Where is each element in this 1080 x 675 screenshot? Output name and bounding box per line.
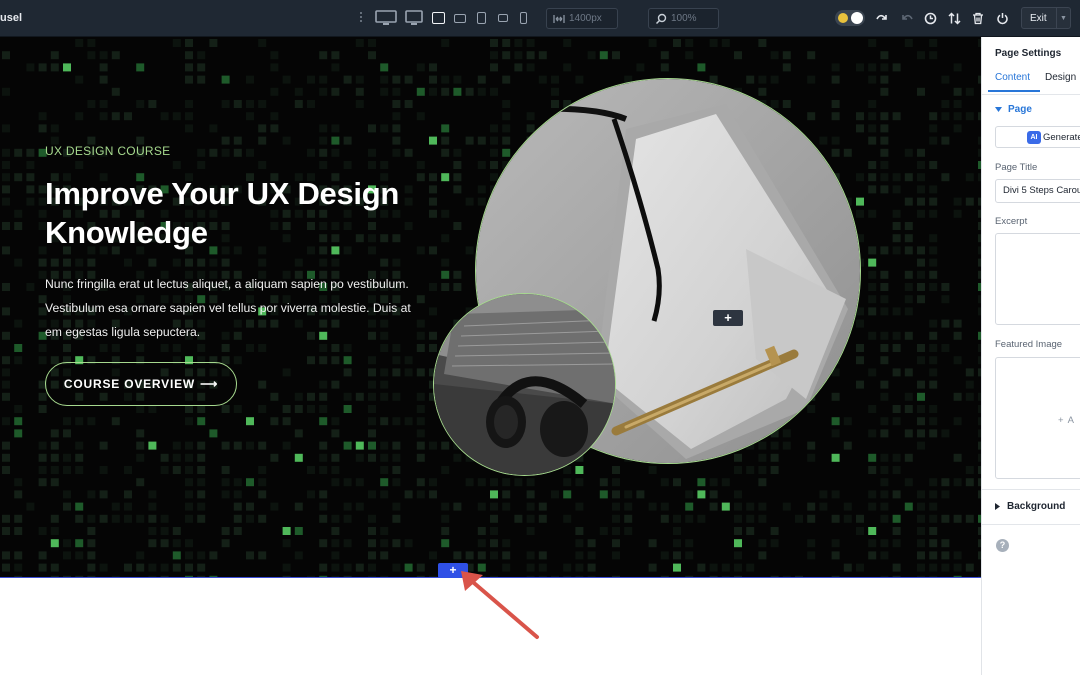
tab-design[interactable]: Design [1045, 72, 1076, 83]
course-overview-button[interactable]: COURSE OVERVIEW ⟶ [45, 362, 237, 406]
panel-title: Page Settings [995, 48, 1062, 59]
width-value: 1400px [569, 13, 602, 24]
exit-label: Exit [1030, 12, 1047, 24]
arrow-right-icon: ⟶ [200, 377, 219, 391]
ai-icon: AI [1027, 131, 1041, 144]
add-module-button[interactable]: + [713, 310, 743, 326]
plus-icon: + [1058, 415, 1064, 426]
trash-icon[interactable] [972, 9, 984, 27]
caret-down-icon [995, 106, 1002, 112]
group-background-toggle[interactable]: Background [995, 501, 1065, 512]
history-icon[interactable] [924, 9, 937, 27]
tablet-portrait-icon[interactable] [477, 9, 486, 27]
tab-content[interactable]: Content [995, 72, 1030, 83]
chevron-down-icon[interactable]: ▼ [1056, 8, 1070, 28]
group-page-toggle[interactable]: Page [995, 104, 1032, 115]
hero-body: Nunc fringilla erat ut lectus aliquet, a… [45, 277, 411, 339]
add-image-label: A [1067, 415, 1074, 426]
annotation-arrow-icon [461, 571, 539, 639]
drag-handle-icon[interactable] [358, 10, 364, 26]
caret-right-icon [995, 503, 1000, 510]
page-title: usel [0, 12, 23, 24]
sun-icon [838, 13, 848, 23]
featured-image-label: Featured Image [995, 339, 1063, 350]
exit-button[interactable]: Exit ▼ [1021, 7, 1071, 29]
zoom-field[interactable]: 100% [648, 8, 719, 29]
excerpt-label: Excerpt [995, 216, 1028, 227]
add-image-button[interactable]: + A [1058, 415, 1074, 426]
hero-kicker: UX DESIGN COURSE [45, 144, 171, 158]
cta-label: COURSE OVERVIEW [63, 377, 196, 391]
group-page-label: Page [1008, 104, 1032, 115]
generate-button[interactable]: AI Generate [995, 126, 1080, 148]
zoom-icon [655, 13, 667, 25]
active-tab-indicator [988, 90, 1040, 92]
page-title-input[interactable]: Divi 5 Steps Carou [995, 179, 1080, 203]
width-field[interactable]: 1400px [546, 8, 618, 29]
theme-toggle[interactable] [835, 10, 865, 26]
toggle-knob [851, 12, 863, 24]
divider [982, 489, 1080, 490]
phone-portrait-icon[interactable] [520, 9, 527, 27]
zoom-value: 100% [671, 13, 697, 24]
hero-section[interactable]: UX DESIGN COURSE Improve Your UX Design … [0, 37, 981, 578]
excerpt-textarea[interactable] [995, 233, 1080, 325]
phone-landscape-icon[interactable] [498, 9, 508, 27]
width-icon [553, 15, 565, 23]
builder-toolbar: usel 1400px 100% Exit ▼ [0, 0, 1080, 37]
page-title-label: Page Title [995, 162, 1038, 173]
desktop-wide-icon[interactable] [375, 9, 397, 27]
hero-headline: Improve Your UX Design Knowledge [45, 176, 400, 250]
sort-icon[interactable] [948, 9, 961, 27]
group-background-label: Background [1007, 501, 1066, 512]
desktop-icon[interactable] [405, 9, 423, 27]
redo-icon[interactable] [900, 9, 914, 27]
laptop-headphones-image[interactable] [433, 293, 616, 476]
power-icon[interactable] [996, 9, 1009, 27]
undo-icon[interactable] [875, 9, 889, 27]
divider [982, 524, 1080, 525]
help-icon[interactable]: ? [996, 539, 1009, 552]
page-settings-panel: Page Settings Content Design Page AI Gen… [981, 37, 1080, 675]
laptop-icon[interactable] [432, 9, 445, 27]
tablet-landscape-icon[interactable] [454, 9, 466, 27]
generate-label: Generate [1043, 131, 1080, 143]
divider [982, 94, 1080, 95]
